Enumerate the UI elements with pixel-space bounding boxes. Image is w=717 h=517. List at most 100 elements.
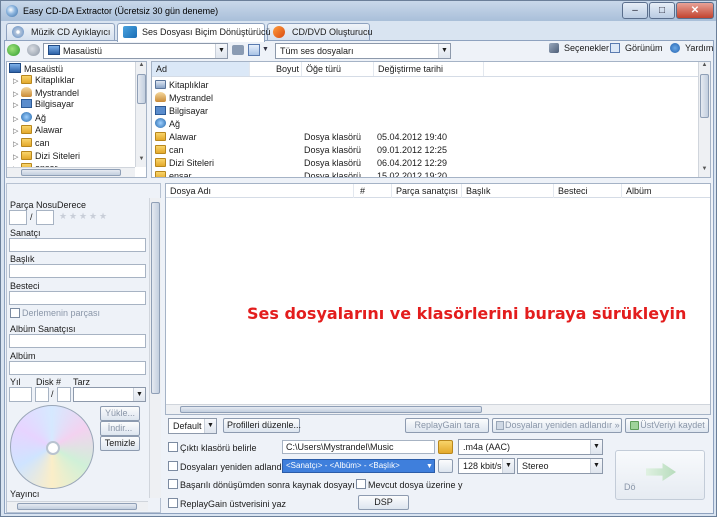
file-row[interactable]: Bilgisayar — [155, 105, 208, 118]
tree-item-dizi-siteleri[interactable]: ▷ Dizi Siteleri — [13, 151, 80, 163]
file-row[interactable]: Dizi Siteleri Dosya klasörü 06.04.2012 12:… — [155, 157, 475, 170]
expand-icon[interactable]: ▷ — [13, 115, 21, 123]
tab-audio-converter[interactable]: Ses Dosyası Biçim Dönüştürücü — [117, 23, 271, 42]
scroll-thumb[interactable] — [151, 202, 160, 394]
dsp-button[interactable]: DSP — [358, 495, 409, 510]
replaygain-scan-button[interactable]: ReplayGain tara — [405, 418, 489, 433]
tab-cd-dvd-creator[interactable]: CD/DVD Oluşturucu — [267, 23, 373, 41]
edit-profiles-button[interactable]: Profilleri düzenle... — [223, 418, 301, 433]
tree-vscrollbar[interactable]: ▲ ▼ — [135, 62, 146, 167]
tree-item-alawar[interactable]: ▷ Alawar — [13, 125, 63, 137]
expand-icon[interactable]: ▷ — [13, 77, 21, 85]
tree-item-user[interactable]: ▷ Mystrandel — [13, 87, 79, 99]
back-icon[interactable] — [7, 44, 20, 56]
column-track-number[interactable]: # — [356, 184, 392, 198]
column-track-artist[interactable]: Parça sanatçısı — [392, 184, 462, 198]
title-input[interactable] — [9, 264, 146, 278]
view-button[interactable]: Görünüm — [610, 43, 663, 53]
clear-cover-button[interactable]: Temizle — [100, 436, 140, 451]
scroll-thumb[interactable] — [21, 169, 121, 176]
maximize-button[interactable]: □ — [649, 2, 675, 19]
format-combo[interactable]: .m4a (AAC) ▼ — [458, 439, 603, 455]
options-button[interactable]: Seçenekler — [549, 43, 609, 53]
column-composer[interactable]: Besteci — [554, 184, 622, 198]
pattern-editor-icon[interactable] — [438, 459, 453, 473]
expand-icon[interactable]: ▷ — [13, 153, 21, 161]
profile-combo[interactable]: Default ▼ — [168, 418, 217, 434]
close-button[interactable]: ✕ — [676, 2, 714, 19]
file-row[interactable]: ensar Dosya klasörü 15.02.2012 19:20 — [155, 170, 475, 177]
location-combo[interactable]: Masaüstü ▼ — [43, 43, 228, 59]
scroll-down-icon[interactable]: ▼ — [699, 166, 710, 176]
tree-item-network[interactable]: ▷ Ağ — [13, 112, 46, 124]
column-title[interactable]: Başlık — [462, 184, 554, 198]
drive-icon[interactable] — [232, 45, 244, 55]
compilation-checkbox[interactable] — [10, 308, 20, 318]
rename-files-checkbox[interactable] — [168, 461, 178, 471]
file-list-vscrollbar[interactable]: ▲ ▼ — [698, 62, 710, 177]
rename-files-button[interactable]: Dosyaları yeniden adlandır » — [492, 418, 622, 433]
file-list[interactable]: Ad Boyut Öğe türü Değiştirme tarihi Kita… — [151, 61, 711, 178]
tree-item-desktop[interactable]: Masaüstü — [9, 63, 63, 75]
output-folder-input[interactable]: C:\Users\Mystrandel\Music — [282, 440, 435, 454]
star-icon[interactable]: ★ — [89, 211, 97, 222]
column-type[interactable]: Öğe türü — [302, 62, 374, 76]
scroll-down-icon[interactable]: ▼ — [136, 156, 146, 166]
metadata-vscrollbar[interactable] — [149, 198, 161, 498]
expand-icon[interactable]: ▷ — [13, 101, 21, 109]
star-icon[interactable]: ★ — [59, 211, 67, 222]
year-input[interactable] — [9, 387, 32, 402]
track-hscrollbar[interactable] — [166, 404, 710, 414]
scroll-thumb[interactable] — [180, 406, 482, 413]
replaygain-write-checkbox[interactable] — [168, 498, 178, 508]
bitrate-combo[interactable]: 128 kbit/s ▼ — [458, 458, 515, 474]
file-row[interactable]: can Dosya klasörü 09.01.2012 12:25 — [155, 144, 475, 157]
composer-input[interactable] — [9, 291, 146, 305]
rename-pattern-input[interactable]: <Sanatçı> - <Albüm> - <Başlık> — [282, 459, 435, 473]
download-cover-button[interactable]: İndir... — [100, 421, 140, 436]
column-album[interactable]: Albüm — [622, 184, 710, 198]
convert-button[interactable]: Dö — [615, 450, 705, 500]
scroll-thumb[interactable] — [700, 74, 709, 118]
expand-icon[interactable]: ▷ — [13, 90, 21, 98]
filter-combo[interactable]: Tüm ses dosyaları ▼ — [275, 43, 451, 59]
album-input[interactable] — [9, 361, 146, 375]
file-row[interactable]: Kitaplıklar — [155, 79, 209, 92]
file-row[interactable]: Ağ — [155, 118, 180, 131]
channels-combo[interactable]: Stereo ▼ — [517, 458, 603, 474]
track-list[interactable]: Dosya Adı # Parça sanatçısı Başlık Beste… — [165, 183, 711, 415]
output-folder-checkbox[interactable] — [168, 442, 178, 452]
scroll-up-icon[interactable]: ▲ — [136, 62, 146, 72]
column-name[interactable]: Ad — [152, 62, 250, 76]
genre-combo[interactable]: ▼ — [73, 387, 146, 402]
scroll-thumb[interactable] — [137, 74, 146, 104]
album-artist-input[interactable] — [9, 334, 146, 348]
star-icon[interactable]: ★ — [79, 211, 87, 222]
file-row[interactable]: Mystrandel — [155, 92, 213, 105]
column-size[interactable]: Boyut — [272, 62, 302, 76]
tree-item-libraries[interactable]: ▷ Kitaplıklar — [13, 75, 75, 87]
artist-input[interactable] — [9, 238, 146, 252]
expand-icon[interactable]: ▷ — [13, 127, 21, 135]
tab-cd-ripper[interactable]: Müzik CD Ayıklayıcı — [6, 23, 115, 41]
delete-source-checkbox[interactable] — [168, 479, 178, 489]
tree-item-computer[interactable]: ▷ Bilgisayar — [13, 99, 74, 111]
scroll-up-icon[interactable]: ▲ — [699, 62, 710, 72]
tree-item-can[interactable]: ▷ can — [13, 138, 50, 150]
view-dropdown-icon[interactable]: ▼ — [262, 46, 269, 53]
browse-folder-icon[interactable] — [438, 440, 453, 454]
expand-icon[interactable]: ▷ — [13, 140, 21, 148]
scroll-thumb[interactable] — [17, 503, 137, 510]
star-icon[interactable]: ★ — [99, 211, 107, 222]
save-metadata-button[interactable]: ÜstVeriyi kaydet — [625, 418, 709, 433]
disc-number-input[interactable] — [35, 387, 49, 402]
disc-total-input[interactable] — [57, 387, 71, 402]
load-cover-button[interactable]: Yükle... — [100, 406, 140, 421]
metadata-hscrollbar[interactable] — [7, 501, 148, 511]
view-mode-icon[interactable] — [248, 44, 260, 56]
overwrite-checkbox[interactable] — [356, 479, 366, 489]
cd-cover-art[interactable] — [10, 405, 94, 489]
file-row[interactable]: Alawar Dosya klasörü 05.04.2012 19:40 — [155, 131, 475, 144]
minimize-button[interactable]: – — [622, 2, 648, 19]
tree-hscrollbar[interactable] — [7, 167, 135, 177]
